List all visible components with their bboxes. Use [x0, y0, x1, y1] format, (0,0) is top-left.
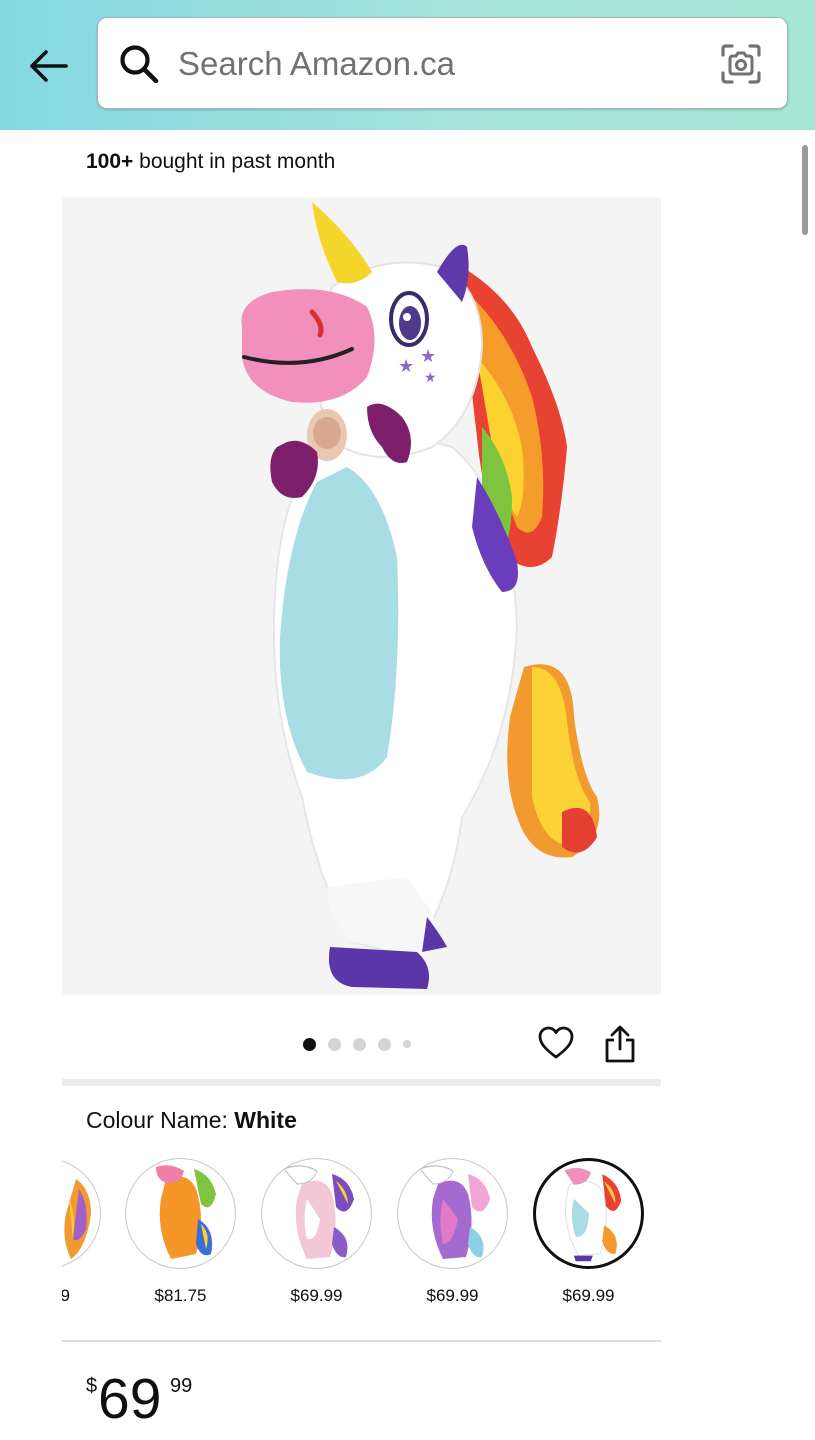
back-arrow-icon — [30, 50, 68, 82]
bought-text: bought in past month — [133, 150, 336, 173]
product-image[interactable]: ★ ★ ★ — [62, 197, 661, 995]
svg-text:★: ★ — [398, 356, 414, 377]
pager-dot-3[interactable] — [353, 1037, 366, 1051]
price-currency-symbol: $ — [86, 1375, 98, 1397]
svg-text:★: ★ — [420, 346, 436, 367]
swatch-orange[interactable] — [125, 1158, 236, 1269]
swatch-rainbow[interactable] — [62, 1158, 101, 1269]
pager-dot-2[interactable] — [328, 1037, 341, 1051]
unicode-costume-illustration: ★ ★ ★ — [241, 202, 600, 989]
camera-search-icon[interactable] — [719, 42, 763, 86]
snout — [241, 289, 375, 403]
swatch-price-white: $69.99 — [562, 1286, 615, 1305]
section-divider — [62, 1079, 661, 1086]
price-fraction: 99 — [170, 1375, 193, 1397]
colour-label-text: Colour Name: — [86, 1107, 235, 1133]
colour-name-label: Colour Name: White — [86, 1107, 297, 1134]
swatch-purple[interactable] — [397, 1158, 508, 1269]
image-pager — [303, 1035, 411, 1053]
bought-in-past-month: 100+ bought in past month — [86, 150, 335, 174]
pager-dot-4[interactable] — [378, 1037, 391, 1051]
search-input[interactable] — [178, 40, 698, 88]
price-divider — [62, 1340, 661, 1342]
foot — [328, 947, 430, 989]
swatch-price-rainbow: 9 — [62, 1286, 70, 1305]
page-scrollbar[interactable] — [802, 145, 808, 235]
swatch-price-purple: $69.99 — [426, 1286, 479, 1305]
heart-icon[interactable] — [537, 1024, 575, 1062]
swatch-rainbow-thumbnail — [64, 1179, 91, 1259]
price-whole: 69 — [98, 1367, 162, 1431]
swatch-orange-thumbnail — [156, 1165, 216, 1259]
swatch-white-thumbnail — [564, 1168, 622, 1262]
pager-dot-1[interactable] — [303, 1037, 316, 1051]
swatch-price-pink-white: $69.99 — [290, 1286, 343, 1305]
colour-swatch-row: 9 $81.75 $69.99 $69.99 $69.99 — [62, 1150, 661, 1320]
search-bar[interactable] — [97, 17, 788, 109]
svg-text:★: ★ — [424, 370, 437, 386]
horn — [312, 202, 372, 284]
swatch-purple-thumbnail — [419, 1165, 490, 1259]
bought-count: 100+ — [86, 150, 134, 173]
back-button[interactable] — [22, 40, 74, 92]
top-header — [0, 0, 815, 130]
pager-dot-5[interactable] — [403, 1040, 411, 1048]
swatch-pink-white[interactable] — [261, 1158, 372, 1269]
colour-value: White — [234, 1107, 297, 1133]
share-icon[interactable] — [602, 1024, 638, 1064]
swatch-price-orange: $81.75 — [154, 1286, 207, 1305]
swatch-white[interactable] — [533, 1158, 644, 1269]
swatch-pink-white-thumbnail — [283, 1165, 354, 1259]
search-icon — [120, 45, 159, 84]
